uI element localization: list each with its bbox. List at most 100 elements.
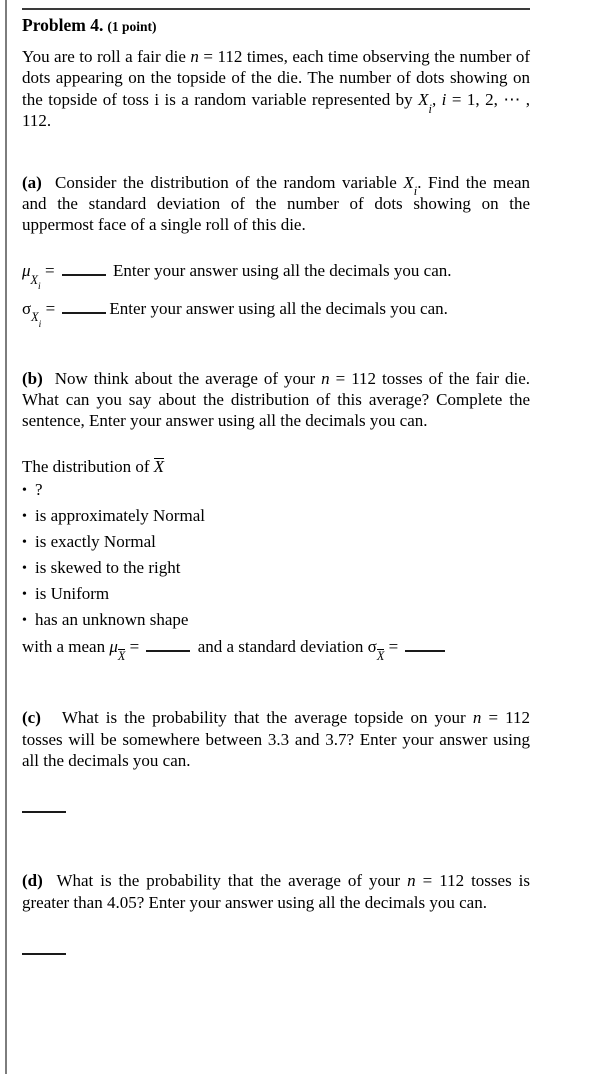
- mu-answer-row: μXi = Enter your answer using all the de…: [22, 260, 530, 292]
- bullet-icon: •: [22, 561, 27, 577]
- sigma-prompt-text: Enter your answer using all the decimals…: [109, 298, 448, 318]
- intro-comma: ,: [431, 89, 442, 109]
- problem-title: Problem 4.: [22, 15, 104, 35]
- part-b-text-1: Now think about the average of your: [54, 368, 322, 388]
- choice-item-1[interactable]: • is approximately Normal: [22, 503, 530, 529]
- with-mean-text: with a mean: [22, 637, 110, 657]
- part-a-paragraph: (a) Consider the distribution of the ran…: [22, 172, 530, 236]
- sigma-subscript-X: Xi: [31, 310, 41, 329]
- part-d-n-equals: =: [422, 871, 433, 891]
- and-sd-text: and a standard deviation: [193, 637, 368, 657]
- intro-n-variable: n: [190, 47, 199, 66]
- part-a-label: (a): [22, 172, 42, 192]
- part-c-n-variable: n: [472, 708, 482, 728]
- mu-subscript-X-text: X: [30, 272, 39, 287]
- xbar-symbol: X: [153, 456, 165, 476]
- intro-i-variable: i: [441, 89, 447, 109]
- problem-intro-paragraph: You are to roll a fair die n = 112 times…: [22, 46, 530, 132]
- bullet-icon: •: [22, 483, 27, 499]
- mu-xbar-symbol: μ: [109, 637, 118, 657]
- choice-label-2: is exactly Normal: [35, 532, 156, 552]
- sigma-xbar-subscript-text: X: [376, 648, 385, 663]
- sigma-xbar-answer-blank[interactable]: [405, 641, 446, 653]
- part-c-text-1: What is the probability that the average…: [61, 708, 473, 728]
- part-c-n-value: 112: [505, 708, 531, 728]
- choice-item-5[interactable]: • has an unknown shape: [22, 607, 530, 633]
- distribution-lead-line: The distribution of X: [22, 456, 530, 477]
- sigma-subscript-i: i: [38, 319, 42, 331]
- part-b-label: (b): [22, 368, 43, 388]
- sigma-answer-row: σXi = Enter your answer using all the de…: [22, 298, 530, 330]
- choice-label-4: is Uniform: [35, 584, 110, 604]
- problem-page: Problem 4. (1 point) You are to roll a fa…: [22, 0, 531, 956]
- header-horizontal-rule: [22, 8, 530, 10]
- distribution-lead-text: The distribution of: [22, 456, 154, 476]
- intro-X-subscript: i: [428, 101, 432, 116]
- mu-xbar-answer-blank[interactable]: [146, 641, 191, 653]
- part-b-paragraph: (b) Now think about the average of your …: [22, 368, 530, 432]
- part-b-n-variable: n: [321, 368, 330, 388]
- intro-n-value: 112: [217, 47, 243, 66]
- part-c-n-equals: =: [488, 708, 499, 728]
- choice-label-5: has an unknown shape: [35, 610, 189, 630]
- distribution-choice-list: •? • is approximately Normal • is exactly …: [22, 477, 530, 633]
- intro-i-equals: =: [451, 89, 462, 109]
- bullet-icon: •: [22, 587, 27, 603]
- mu-symbol: μ: [22, 260, 31, 280]
- part-d-paragraph: (d) What is the probability that the ave…: [22, 870, 530, 913]
- sigma-symbol: σ: [22, 298, 32, 318]
- part-d-n-variable: n: [407, 871, 416, 891]
- sigma-xbar-subscript: X: [376, 648, 385, 663]
- mu-answer-blank[interactable]: [61, 265, 106, 276]
- choice-label-1: is approximately Normal: [35, 506, 205, 526]
- mu-equals: =: [44, 260, 55, 280]
- part-d-answer-blank[interactable]: [22, 953, 66, 956]
- part-a-X-subscript: i: [413, 184, 418, 199]
- mu-xbar-subscript-text: X: [117, 648, 126, 663]
- part-c-label: (c): [22, 708, 41, 728]
- part-d-label: (d): [22, 871, 43, 891]
- part-a-X-variable: X: [403, 172, 414, 192]
- sigma-equals: =: [45, 298, 56, 318]
- intro-equals: =: [203, 47, 213, 66]
- intro-text-part1: You are to roll a fair die: [22, 47, 191, 66]
- mu-subscript-X: Xi: [30, 272, 41, 292]
- choice-item-3[interactable]: • is skewed to the right: [22, 555, 530, 581]
- part-d-text-1: What is the probability that the average…: [56, 871, 408, 891]
- mu-xbar-subscript: X: [117, 648, 126, 663]
- part-a-text-1: Consider the distribution of the random …: [55, 172, 404, 192]
- choice-item-2[interactable]: • is exactly Normal: [22, 529, 530, 555]
- part-d-n-value: 112: [439, 871, 465, 891]
- sigma-xbar-equals: =: [388, 637, 399, 657]
- mu-xbar-equals: =: [129, 637, 140, 657]
- part-b-n-value: 112: [351, 368, 377, 388]
- bullet-icon: •: [22, 509, 27, 525]
- problem-header: Problem 4. (1 point): [22, 15, 530, 37]
- mu-subscript-i: i: [38, 281, 41, 293]
- sigma-answer-blank[interactable]: [62, 303, 107, 314]
- choice-item-4[interactable]: • is Uniform: [22, 581, 530, 607]
- page-left-rule: [5, 0, 7, 1074]
- intro-X-variable: X: [418, 89, 429, 109]
- choice-label-0: ?: [35, 480, 43, 500]
- choice-item-0[interactable]: •?: [22, 477, 530, 503]
- mean-and-sd-row: with a mean μX = and a standard deviatio…: [22, 634, 530, 662]
- part-c-text-2: tosses will be somewhere between 3.3 and…: [22, 729, 530, 770]
- sigma-xbar-symbol: σ: [367, 637, 377, 657]
- mu-prompt-text: Enter your answer using all the decimals…: [113, 260, 452, 280]
